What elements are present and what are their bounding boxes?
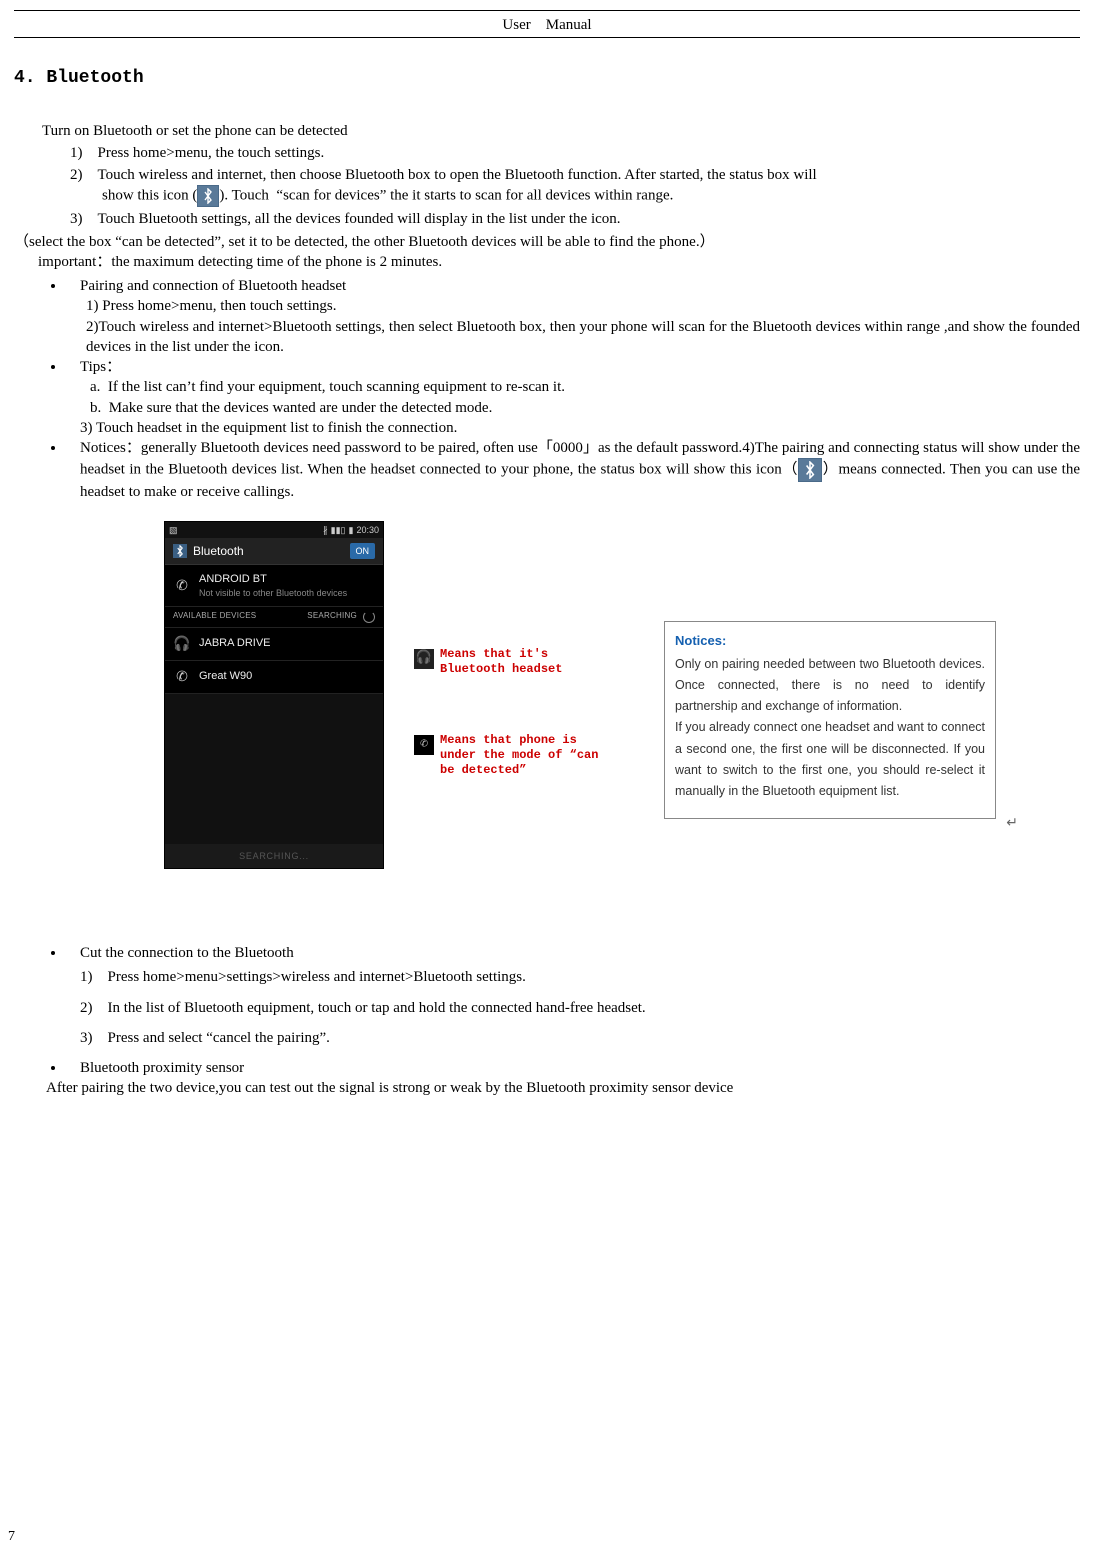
cut-step-3-text: Press and select “cancel the pairing”. [108, 1030, 330, 1046]
callout-phone-icon: ✆ [414, 735, 434, 755]
tips-a: a. If the list can’t find your equipment… [90, 377, 1080, 397]
bullet-list: Pairing and connection of Bluetooth head… [44, 276, 1080, 503]
pairing-step-2: 2)Touch wireless and internet>Bluetooth … [86, 317, 1080, 358]
cut-step-3: 3) Press and select “cancel the pairing”… [80, 1028, 1080, 1048]
bullet-pairing: Pairing and connection of Bluetooth head… [66, 276, 1080, 357]
step-1-text: Press home>menu, the touch settings. [98, 145, 325, 161]
callout-2-text: Means that phone is under the mode of “c… [440, 733, 604, 778]
available-label: AVAILABLE DEVICES [173, 611, 256, 622]
tips-title: Tips： [80, 357, 1080, 377]
bullet-notices: Notices：generally Bluetooth devices need… [66, 438, 1080, 503]
bullet-cut: Cut the connection to the Bluetooth 1) P… [66, 943, 1080, 1048]
available-header: AVAILABLE DEVICES SEARCHING [165, 607, 383, 628]
phone-footer-searching: SEARCHING... [165, 844, 383, 868]
phone-device-icon: ✆ [173, 668, 191, 686]
bt-mini-icon: ∦ [323, 524, 328, 536]
tips-b: b. Make sure that the devices wanted are… [90, 398, 1080, 418]
battery-icon: ▮ [349, 524, 354, 536]
notices-p1: Only on pairing needed between two Bluet… [675, 654, 985, 718]
notices-column: Notices: Only on pairing needed between … [664, 621, 996, 820]
status-time: 20:30 [356, 524, 379, 536]
figure-area: ▧ ∦ ▮▮▯ ▮ 20:30 Bluetooth ON ✆ ANDROID B… [164, 521, 1080, 869]
step-2b-pre: show this icon ( [102, 188, 197, 204]
cut-step-2-text: In the list of Bluetooth equipment, touc… [108, 1000, 646, 1016]
notices-p2: If you already connect one headset and w… [675, 717, 985, 802]
step-3: 3) Touch Bluetooth settings, all the dev… [70, 209, 1080, 229]
step-1: 1) Press home>menu, the touch settings. [70, 143, 1080, 163]
step-2a-text: Touch wireless and internet, then choose… [98, 167, 817, 183]
phone-status-bar: ▧ ∦ ▮▮▯ ▮ 20:30 [165, 522, 383, 538]
cut-step-1: 1) Press home>menu>settings>wireless and… [80, 967, 1080, 987]
intro-text: Turn on Bluetooth or set the phone can b… [42, 121, 1080, 141]
callout-2: ✆ Means that phone is under the mode of … [414, 733, 604, 778]
cut-title: Cut the connection to the Bluetooth [80, 943, 1080, 963]
callout-headset-icon: 🎧 [414, 649, 434, 669]
cut-step-2: 2) In the list of Bluetooth equipment, t… [80, 998, 1080, 1018]
bluetooth-connected-icon [798, 458, 822, 482]
bluetooth-icon [173, 544, 187, 558]
tips-3: 3) Touch headset in the equipment list t… [80, 418, 1080, 438]
phone-bt-label: Bluetooth [193, 543, 244, 559]
my-device-row[interactable]: ✆ ANDROID BT Not visible to other Blueto… [165, 565, 383, 607]
step-2: 2) Touch wireless and internet, then cho… [70, 165, 1080, 207]
callout-1: 🎧 Means that it's Bluetooth headset [414, 647, 604, 677]
device-row-1[interactable]: 🎧 JABRA DRIVE [165, 628, 383, 661]
step-3-text: Touch Bluetooth settings, all the device… [98, 211, 621, 227]
cut-list: Cut the connection to the Bluetooth 1) P… [44, 943, 1080, 1078]
status-left-icon: ▧ [169, 524, 178, 536]
return-mark-icon: ↵ [1006, 813, 1018, 832]
pairing-step-1: 1) Press home>menu, then touch settings. [86, 296, 1080, 316]
bullet-proximity: Bluetooth proximity sensor [66, 1058, 1080, 1078]
section-title: 4. Bluetooth [14, 66, 1080, 90]
detect-note: （select the box “can be detected”, set i… [14, 232, 1080, 252]
cut-step-1-text: Press home>menu>settings>wireless and in… [108, 969, 526, 985]
device-2-name: Great W90 [199, 669, 375, 684]
callout-column: 🎧 Means that it's Bluetooth headset ✆ Me… [414, 647, 604, 782]
phone-icon: ✆ [173, 576, 191, 594]
top-step-list: 1) Press home>menu, the touch settings. … [70, 143, 1080, 230]
bluetooth-status-icon [197, 185, 219, 207]
searching-label: SEARCHING [307, 611, 357, 622]
my-device-name: ANDROID BT [199, 572, 375, 587]
device-row-2[interactable]: ✆ Great W90 [165, 661, 383, 694]
signal-icon: ▮▮▯ [331, 524, 346, 536]
pairing-title: Pairing and connection of Bluetooth head… [80, 276, 1080, 296]
prox-text: After pairing the two device,you can tes… [46, 1078, 1080, 1098]
page-number: 7 [8, 1528, 15, 1547]
phone-screenshot: ▧ ∦ ▮▮▯ ▮ 20:30 Bluetooth ON ✆ ANDROID B… [164, 521, 384, 869]
device-1-name: JABRA DRIVE [199, 636, 375, 651]
header-title: User Manual [14, 15, 1080, 35]
header-top-rule [14, 10, 1080, 11]
prox-title: Bluetooth proximity sensor [80, 1058, 1080, 1078]
notices-box: Notices: Only on pairing needed between … [664, 621, 996, 820]
spinner-icon [363, 611, 375, 623]
important-note: important：the maximum detecting time of … [38, 252, 1080, 272]
step-2b-post: ). Touch “scan for devices” the it start… [219, 188, 673, 204]
phone-title-row: Bluetooth ON [165, 538, 383, 565]
notices-box-title: Notices: [675, 630, 985, 652]
my-device-sub: Not visible to other Bluetooth devices [199, 587, 375, 599]
callout-1-text: Means that it's Bluetooth headset [440, 647, 604, 677]
bluetooth-toggle[interactable]: ON [350, 543, 376, 559]
headset-icon: 🎧 [173, 635, 191, 653]
header-bottom-rule [14, 37, 1080, 38]
bullet-tips: Tips： a. If the list can’t find your equ… [66, 357, 1080, 438]
phone-blank-area [165, 694, 383, 844]
